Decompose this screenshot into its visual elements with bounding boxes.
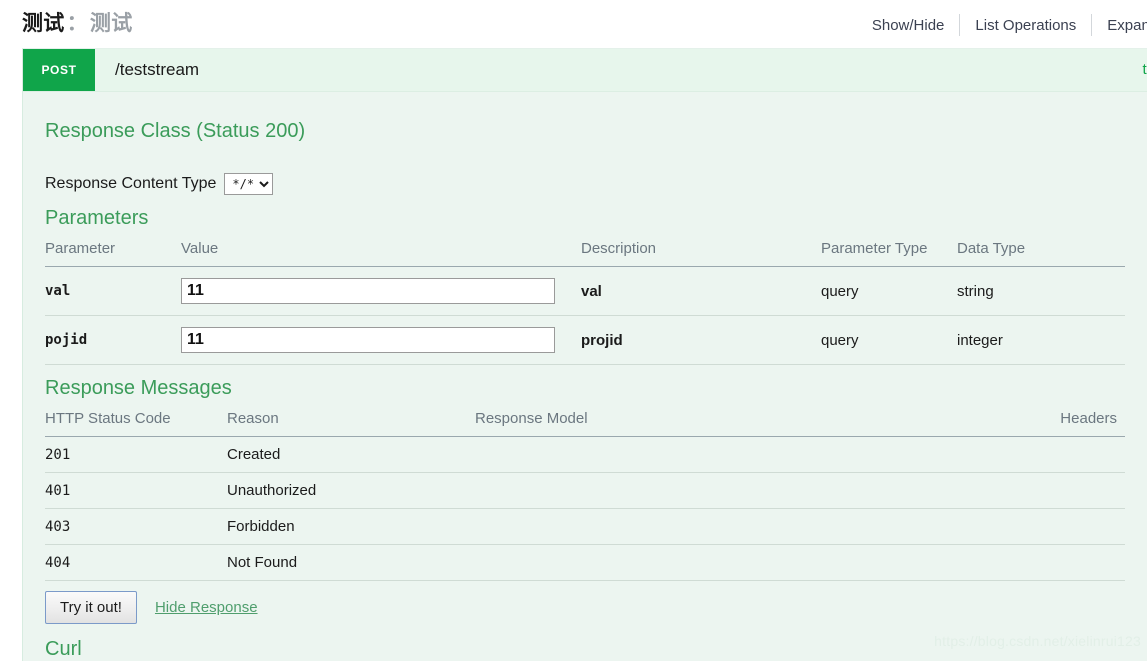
http-method-badge: POST (23, 49, 95, 91)
parameter-value-cell (181, 315, 581, 365)
parameter-value-input-pojid[interactable] (181, 327, 555, 353)
col-reason: Reason (227, 410, 475, 437)
parameter-value-cell (181, 266, 581, 316)
col-headers: Headers (800, 410, 1125, 437)
status-headers (800, 436, 1125, 473)
resource-header: 测试：测试 Show/Hide List Operations Expand O (0, 0, 1147, 48)
parameter-name: pojid (45, 315, 181, 365)
table-row: pojid projid query integer (45, 315, 1125, 365)
parameters-table: Parameter Value Description Parameter Ty… (45, 240, 1125, 365)
table-row: val val query string (45, 266, 1125, 316)
expand-operations-link[interactable]: Expand O (1092, 17, 1147, 34)
status-model (475, 472, 800, 509)
status-code: 401 (45, 472, 227, 509)
table-row: 401 Unauthorized (45, 472, 1125, 509)
response-class-heading: Response Class (Status 200) (45, 120, 306, 142)
show-hide-link[interactable]: Show/Hide (857, 17, 960, 34)
response-messages-header-row: HTTP Status Code Reason Response Model H… (45, 410, 1125, 437)
status-headers (800, 472, 1125, 509)
resource-title-sub: 测试 (89, 12, 133, 35)
parameters-heading: Parameters (45, 207, 149, 229)
status-model (475, 436, 800, 473)
response-messages-table: HTTP Status Code Reason Response Model H… (45, 410, 1125, 581)
list-operations-link[interactable]: List Operations (960, 17, 1091, 34)
parameter-data-type: integer (957, 315, 1125, 365)
col-description: Description (581, 240, 821, 267)
status-code: 403 (45, 508, 227, 545)
resource-title-separator: ： (66, 12, 88, 35)
parameter-data-type: string (957, 266, 1125, 316)
col-response-model: Response Model (475, 410, 800, 437)
parameter-description: projid (581, 315, 821, 365)
parameter-value-input-val[interactable] (181, 278, 555, 304)
response-content-type-label: Response Content Type (45, 175, 217, 192)
status-reason: Forbidden (227, 508, 475, 545)
status-headers (800, 544, 1125, 581)
response-content-type-select[interactable]: */* (224, 173, 274, 195)
parameter-type: query (821, 266, 957, 316)
resource-options: Show/Hide List Operations Expand O (857, 14, 1147, 36)
operation-actions: Try it out! Hide Response (45, 591, 1125, 624)
col-parameter-type: Parameter Type (821, 240, 957, 267)
table-row: 404 Not Found (45, 544, 1125, 581)
operation-summary: te (1142, 61, 1147, 78)
page-title: 测试：测试 (22, 7, 133, 37)
try-it-out-button[interactable]: Try it out! (45, 591, 137, 624)
status-model (475, 508, 800, 545)
response-messages-heading: Response Messages (45, 377, 232, 399)
hide-response-link[interactable]: Hide Response (155, 599, 258, 616)
status-headers (800, 508, 1125, 545)
status-reason: Unauthorized (227, 472, 475, 509)
status-code: 404 (45, 544, 227, 581)
operation-body: Response Class (Status 200) Response Con… (23, 92, 1147, 661)
status-reason: Not Found (227, 544, 475, 581)
col-parameter: Parameter (45, 240, 181, 267)
status-reason: Created (227, 436, 475, 473)
parameter-type: query (821, 315, 957, 365)
col-http-status-code: HTTP Status Code (45, 410, 227, 437)
col-value: Value (181, 240, 581, 267)
operation-header[interactable]: POST /teststream te (23, 49, 1147, 92)
table-row: 201 Created (45, 436, 1125, 473)
status-model (475, 544, 800, 581)
operation-block: POST /teststream te Response Class (Stat… (22, 48, 1147, 661)
status-code: 201 (45, 436, 227, 473)
watermark: https://blog.csdn.net/xielinrui123 (934, 633, 1141, 649)
response-content-type-row: Response Content Type */* (45, 173, 1125, 195)
parameter-name: val (45, 266, 181, 316)
operation-path: /teststream (115, 60, 200, 79)
parameters-header-row: Parameter Value Description Parameter Ty… (45, 240, 1125, 267)
parameter-description: val (581, 266, 821, 316)
table-row: 403 Forbidden (45, 508, 1125, 545)
col-data-type: Data Type (957, 240, 1125, 267)
resource-title-main: 测试 (22, 12, 65, 35)
